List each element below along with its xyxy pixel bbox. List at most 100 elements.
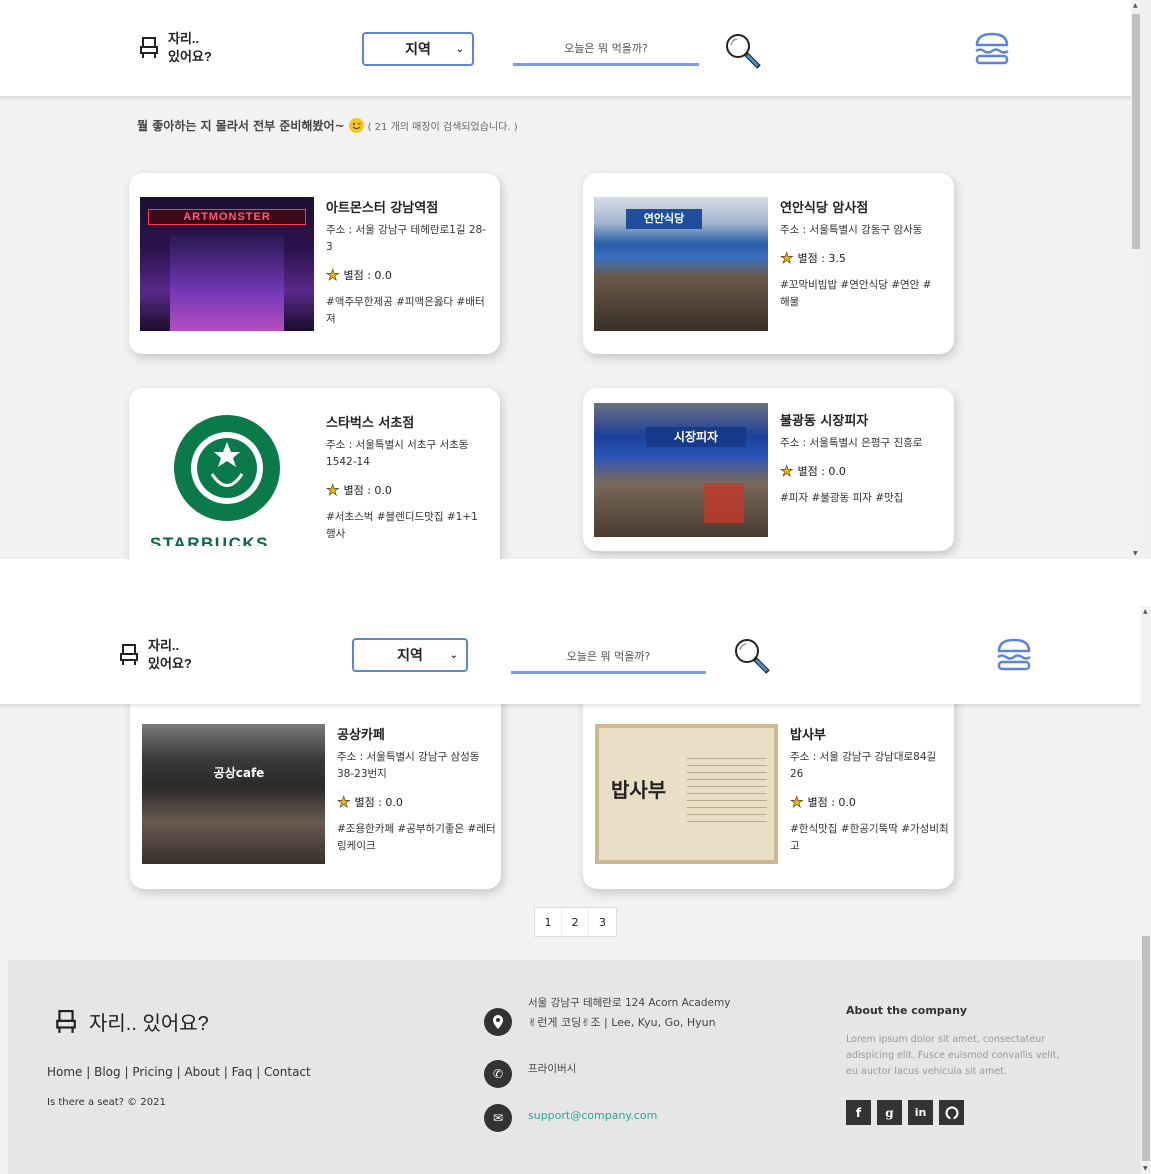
store-name[interactable]: 스타벅스 서초점 bbox=[326, 412, 486, 431]
screenshot-bottom: 공상cafe 공상카페 주소 : 서울특별시 강남구 삼성동 38-23번지 ★… bbox=[0, 606, 1151, 1174]
store-address: 주소 : 서울특별시 은평구 진흥로 bbox=[780, 437, 923, 449]
footer-link-blog[interactable]: Blog bbox=[94, 1065, 121, 1079]
footer-address: 서울 강남구 테헤란로 124 Acorn Academy bbox=[528, 997, 731, 1009]
store-name[interactable]: 공상카페 bbox=[337, 724, 497, 743]
store-rating: 별점 : 0.0 bbox=[807, 796, 856, 809]
store-address: 주소 : 서울 강남구 테헤란로1길 28-3 bbox=[326, 224, 486, 253]
map-pin-icon bbox=[484, 1008, 512, 1036]
facebook-icon[interactable]: f bbox=[846, 1100, 871, 1125]
pagination: 1 2 3 bbox=[534, 907, 617, 937]
footer-privacy-row: ✆ 프라이버시 bbox=[484, 1060, 576, 1088]
about-title: About the company bbox=[846, 1004, 968, 1017]
github-icon[interactable] bbox=[939, 1100, 964, 1125]
store-tags: #피자 #불광동 피자 #맛집 bbox=[780, 492, 904, 504]
store-card[interactable]: STARBUCKS 스타벅스 서초점 주소 : 서울특별시 서초구 서초동 15… bbox=[129, 388, 500, 559]
footer-team: ✌런게 코딩✌조 | Lee, Kyu, Go, Hyun bbox=[528, 1016, 716, 1029]
wink-emoji-icon bbox=[348, 118, 364, 133]
store-image: 시장피자 bbox=[594, 403, 768, 537]
store-card[interactable]: 공상cafe 공상카페 주소 : 서울특별시 강남구 삼성동 38-23번지 ★… bbox=[130, 686, 501, 889]
linkedin-icon[interactable]: in bbox=[908, 1100, 933, 1125]
store-sign: 밥사부 bbox=[611, 778, 667, 802]
seat-icon bbox=[140, 37, 158, 59]
search-input[interactable]: 오늘은 뭐 먹을까? bbox=[511, 644, 706, 674]
header: 자리.. 있어요? 지역 ⌄ 오늘은 뭐 먹을까? bbox=[0, 606, 1141, 704]
scrollbar[interactable]: ▲ ▼ bbox=[1131, 0, 1141, 559]
store-rating: 별점 : 0.0 bbox=[343, 269, 392, 282]
logo-line1: 자리.. bbox=[148, 638, 180, 653]
store-tags: #맥주무한제공 #피맥은옳다 #배터져 bbox=[326, 296, 485, 325]
store-card[interactable]: 연안식당 연안식당 암사점 주소 : 서울특별시 강동구 암사동 ★ 별점 : 3… bbox=[583, 173, 954, 354]
results-count: ( 21 개의 매장이 검색되었습니다. ) bbox=[367, 122, 518, 133]
magnifier-icon[interactable] bbox=[732, 636, 772, 676]
social-links: f g in bbox=[846, 1100, 964, 1125]
page-link[interactable]: 1 bbox=[535, 908, 562, 936]
about-body: Lorem ipsum dolor sit amet, consectateur… bbox=[846, 1034, 1060, 1077]
header: 자리.. 있어요? 지역 ⌄ 오늘은 뭐 먹을까? bbox=[0, 0, 1141, 96]
logo[interactable]: 자리.. 있어요? bbox=[120, 637, 192, 673]
hamburger-icon[interactable] bbox=[996, 637, 1032, 671]
search-input[interactable]: 오늘은 뭐 먹을까? bbox=[513, 36, 699, 66]
region-select[interactable]: 지역 ⌄ bbox=[362, 32, 474, 66]
store-tags: #서초스벅 #블렌디드맛집 #1+1행사 bbox=[326, 511, 478, 540]
footer-links: Home | Blog | Pricing | About | Faq | Co… bbox=[47, 1065, 311, 1079]
logo[interactable]: 자리.. 있어요? bbox=[140, 30, 212, 66]
store-tags: #조용한카페 #공부하기좋은 #레터링케이크 bbox=[337, 823, 496, 852]
region-select[interactable]: 지역 ⌄ bbox=[352, 638, 468, 672]
store-image: ARTMONSTER bbox=[140, 197, 314, 331]
footer-link-faq[interactable]: Faq bbox=[232, 1065, 253, 1079]
store-sign: 공상cafe bbox=[213, 766, 265, 780]
scrollbar[interactable]: ▲ ▼ bbox=[1141, 606, 1151, 1174]
store-tags: #꼬막비빔밥 #연안식당 #연안 #해물 bbox=[780, 279, 932, 308]
chevron-down-icon: ⌄ bbox=[455, 43, 464, 55]
hamburger-icon[interactable] bbox=[974, 31, 1010, 65]
footer-link-about[interactable]: About bbox=[184, 1065, 219, 1079]
star-icon: ★ bbox=[326, 266, 340, 285]
star-icon: ★ bbox=[326, 481, 340, 500]
store-rating: 별점 : 0.0 bbox=[343, 484, 392, 497]
footer-link-home[interactable]: Home bbox=[47, 1065, 82, 1079]
store-name[interactable]: 연안식당 암사점 bbox=[780, 197, 940, 216]
google-plus-icon[interactable]: g bbox=[877, 1100, 902, 1125]
logo-line2: 있어요? bbox=[148, 656, 192, 671]
footer-email[interactable]: support@company.com bbox=[528, 1109, 657, 1122]
phone-icon: ✆ bbox=[484, 1060, 512, 1088]
store-sign: ARTMONSTER bbox=[148, 209, 306, 225]
store-name[interactable]: 밥사부 bbox=[790, 724, 950, 743]
copyright: Is there a seat? © 2021 bbox=[47, 1097, 166, 1108]
store-image: 공상cafe bbox=[142, 724, 325, 864]
seat-icon bbox=[120, 644, 138, 666]
store-sign: STARBUCKS bbox=[150, 534, 269, 546]
footer-address-row: 서울 강남구 테헤란로 124 Acorn Academy ✌런게 코딩✌조 | … bbox=[484, 997, 730, 1036]
region-select-value: 지역 bbox=[397, 648, 423, 664]
store-address: 주소 : 서울특별시 서초구 서초동 1542-14 bbox=[326, 439, 469, 468]
page-link[interactable]: 3 bbox=[589, 908, 616, 936]
store-rating: 별점 : 0.0 bbox=[797, 465, 846, 478]
footer-link-contact[interactable]: Contact bbox=[264, 1065, 311, 1079]
page-link[interactable]: 2 bbox=[562, 908, 589, 936]
chevron-down-icon: ⌄ bbox=[449, 649, 458, 661]
store-rating: 별점 : 0.0 bbox=[354, 796, 403, 809]
store-address: 주소 : 서울특별시 강남구 삼성동 38-23번지 bbox=[337, 751, 480, 780]
store-image: 연안식당 bbox=[594, 197, 768, 331]
store-name[interactable]: 불광동 시장피자 bbox=[780, 410, 940, 429]
star-icon: ★ bbox=[780, 462, 794, 481]
results-summary: 뭘 좋아하는 지 몰라서 전부 준비해봤어~ ( 21 개의 매장이 검색되었습… bbox=[137, 117, 518, 134]
star-icon: ★ bbox=[337, 793, 351, 812]
envelope-icon: ✉ bbox=[484, 1104, 512, 1132]
starbucks-logo-icon bbox=[174, 415, 280, 521]
footer-logo[interactable]: 자리.. 있어요? bbox=[55, 1007, 209, 1036]
footer-link-pricing[interactable]: Pricing bbox=[132, 1065, 172, 1079]
magnifier-icon[interactable] bbox=[723, 31, 763, 71]
store-rating: 별점 : 3.5 bbox=[797, 252, 846, 265]
store-address: 주소 : 서울특별시 강동구 암사동 bbox=[780, 224, 923, 236]
star-icon: ★ bbox=[780, 249, 794, 268]
store-address: 주소 : 서울 강남구 강남대로84길 26 bbox=[790, 751, 937, 780]
results-message: 뭘 좋아하는 지 몰라서 전부 준비해봤어~ bbox=[137, 119, 345, 133]
store-card[interactable]: 밥사부 밥사부 주소 : 서울 강남구 강남대로84길 26 ★ 별점 : 0.0… bbox=[583, 686, 954, 889]
store-card[interactable]: 시장피자 불광동 시장피자 주소 : 서울특별시 은평구 진흥로 ★ 별점 : 0… bbox=[583, 388, 954, 551]
footer-privacy[interactable]: 프라이버시 bbox=[528, 1060, 576, 1079]
logo-line1: 자리.. bbox=[168, 31, 200, 46]
store-name[interactable]: 아트몬스터 강남역점 bbox=[326, 197, 486, 216]
store-image: STARBUCKS bbox=[140, 412, 314, 546]
store-card[interactable]: ARTMONSTER 아트몬스터 강남역점 주소 : 서울 강남구 테헤란로1길… bbox=[129, 173, 500, 354]
